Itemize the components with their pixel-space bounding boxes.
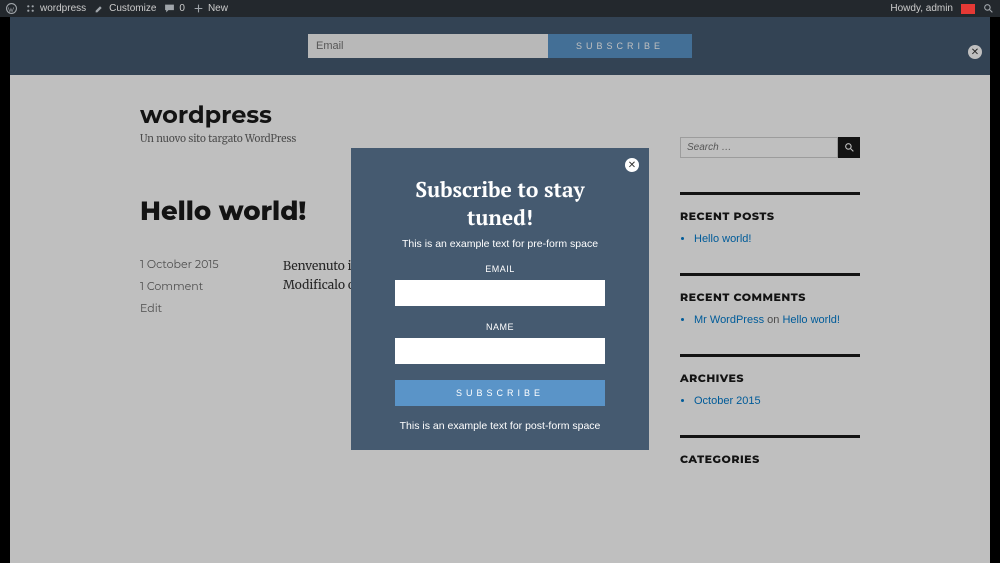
site-menu[interactable]: wordpress [25, 3, 86, 14]
modal-subscribe-button[interactable]: SUBSCRIBE [395, 380, 605, 406]
modal-post-text: This is an example text for post-form sp… [395, 420, 605, 432]
wp-logo-icon[interactable] [6, 3, 17, 14]
subscribe-modal: ✕ Subscribe to stay tuned! This is an ex… [351, 148, 649, 450]
modal-email-input[interactable] [395, 280, 605, 306]
modal-name-input[interactable] [395, 338, 605, 364]
customize-link[interactable]: Customize [94, 3, 156, 14]
avatar[interactable] [961, 4, 975, 14]
modal-pre-text: This is an example text for pre-form spa… [395, 238, 605, 250]
new-link[interactable]: New [193, 3, 228, 14]
modal-title: Subscribe to stay tuned! [395, 176, 605, 232]
name-label: NAME [395, 322, 605, 332]
comments-link[interactable]: 0 [164, 3, 185, 14]
admin-search-icon[interactable] [983, 3, 994, 14]
close-icon[interactable]: ✕ [625, 158, 639, 172]
email-label: EMAIL [395, 264, 605, 274]
wp-admin-bar: wordpress Customize 0 New Howdy, admin [0, 0, 1000, 17]
howdy-user[interactable]: Howdy, admin [890, 3, 953, 14]
